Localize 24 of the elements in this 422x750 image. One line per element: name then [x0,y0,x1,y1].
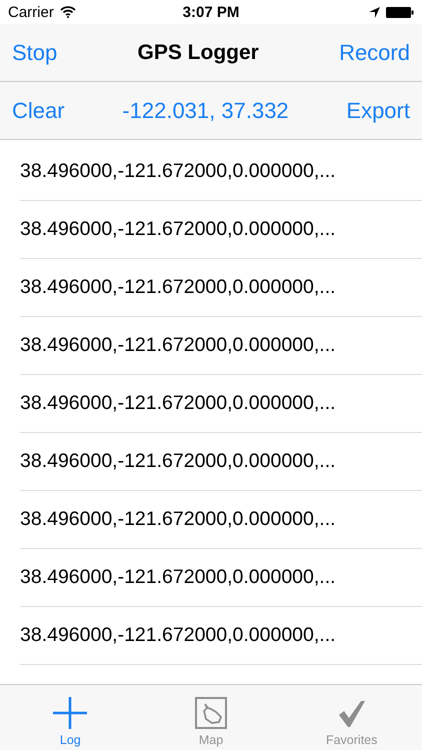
log-entry[interactable]: 38.496000,-121.672000,0.000000,... [20,392,336,415]
log-entry[interactable]: 38.496000,-121.672000,0.000000,... [20,508,336,531]
clear-button[interactable]: Clear [12,98,65,124]
stop-button[interactable]: Stop [12,40,58,66]
clock-time: 3:07 PM [182,4,240,20]
log-entry[interactable]: 38.496000,-121.672000,0.000000,... [20,566,336,589]
carrier-label: Carrier [8,4,54,20]
export-button[interactable]: Export [346,98,410,124]
log-entry[interactable]: 38.496000,-121.672000,0.000000,... [20,276,336,299]
nav-title: GPS Logger [137,40,259,64]
wifi-icon [60,6,76,18]
tab-bar-item[interactable]: Log [0,685,141,750]
location-arrow-icon [369,6,380,18]
battery-icon [386,6,414,18]
checkmark-icon [336,699,367,729]
log-entry[interactable]: 38.496000,-121.672000,0.000000,... [20,160,336,183]
map-icon [195,697,227,729]
record-button[interactable]: Record [339,40,410,66]
log-entry[interactable]: 38.496000,-121.672000,0.000000,... [20,450,336,473]
log-entry[interactable]: 38.496000,-121.672000,0.000000,... [20,334,336,357]
log-entry[interactable]: 38.496000,-121.672000,0.000000,... [20,218,336,241]
coordinates-label: -122.031, 37.332 [122,98,289,124]
log-entry[interactable]: 38.496000,-121.672000,0.000000,... [20,624,336,647]
plus-icon [53,697,88,729]
